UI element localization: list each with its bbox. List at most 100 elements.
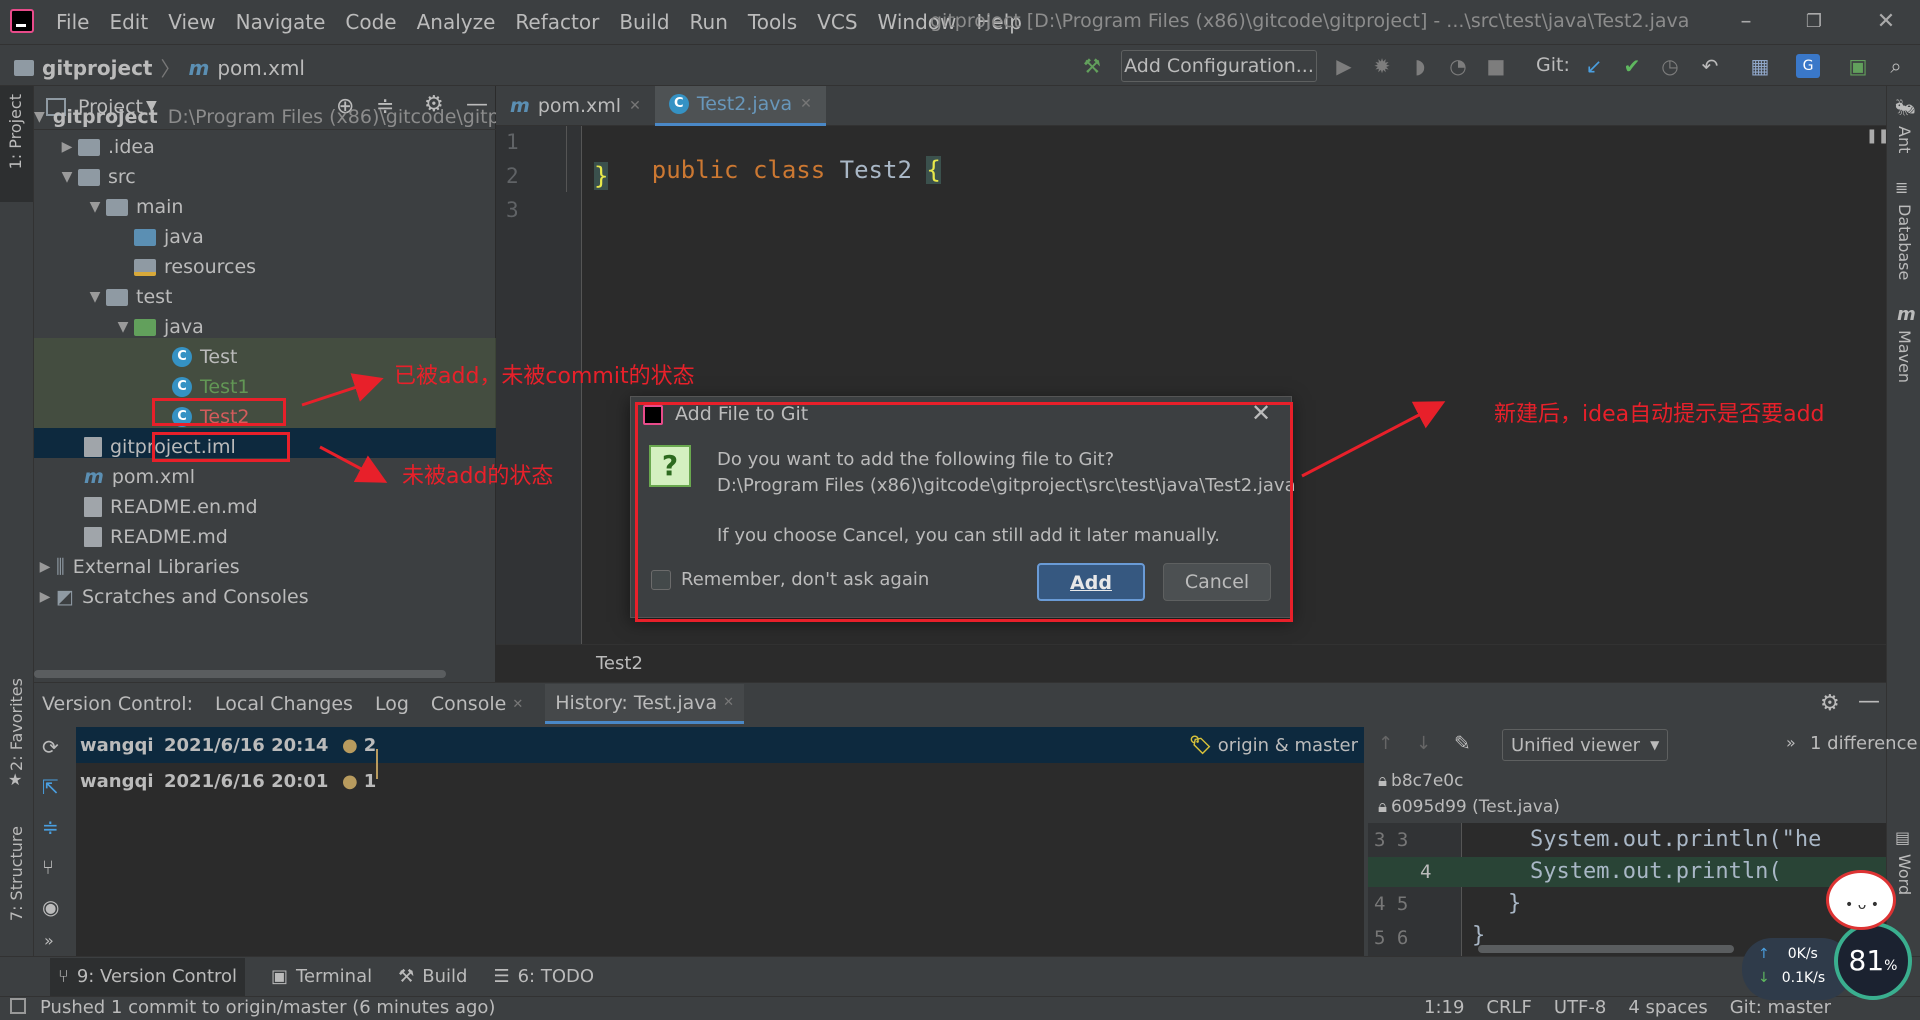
tree-item-scratches[interactable]: ▶ ◩ Scratches and Consoles: [34, 582, 496, 612]
close-window-icon[interactable]: ✕: [1872, 8, 1900, 36]
tree-item-external-libraries[interactable]: ▶ ⫼ External Libraries: [34, 552, 496, 582]
tab-pom-xml[interactable]: m pom.xml ✕: [496, 86, 655, 126]
history-row[interactable]: wangqi 2021/6/16 20:14 ● 2 🏷︎ origin & m…: [76, 727, 1364, 763]
menu-edit[interactable]: Edit: [105, 10, 152, 34]
eye-icon[interactable]: ◉: [42, 895, 59, 919]
build-hammer-icon[interactable]: ⚒: [1080, 54, 1104, 78]
refresh-icon[interactable]: ⟳: [42, 735, 59, 759]
menu-build[interactable]: Build: [615, 10, 673, 34]
close-tab-icon[interactable]: ✕: [723, 695, 734, 710]
status-toggle-icon[interactable]: [10, 998, 26, 1014]
next-diff-icon[interactable]: ↓: [1416, 733, 1431, 754]
edit-icon[interactable]: ✎: [1454, 731, 1471, 755]
tab-log[interactable]: Log: [375, 693, 409, 715]
compare-icon[interactable]: ⇱: [42, 775, 59, 799]
stop-icon[interactable]: ■: [1484, 54, 1508, 78]
restore-icon[interactable]: ❐: [1800, 8, 1828, 36]
tab-console[interactable]: Console ✕: [431, 693, 523, 715]
tab-test2-java[interactable]: C Test2.java ✕: [654, 85, 826, 126]
git-history-icon[interactable]: ◷: [1658, 54, 1682, 78]
tree-item-gitproject[interactable]: ▼ gitproject D:\Program Files (x86)\gitc…: [34, 102, 500, 132]
terminal-tool-button[interactable]: ▣ Terminal: [271, 966, 372, 987]
tree-item-resources[interactable]: resources: [34, 252, 496, 282]
database-tool-button[interactable]: Database: [1895, 204, 1914, 280]
history-row[interactable]: wangqi 2021/6/16 20:01 ● 1: [76, 763, 1364, 799]
git-rollback-icon[interactable]: ↶: [1698, 54, 1722, 78]
expand-arrow-icon[interactable]: ▼: [84, 289, 106, 305]
expand-arrow-icon[interactable]: ▼: [84, 199, 106, 215]
terminal-window-icon[interactable]: ▣: [1846, 54, 1870, 78]
menu-tools[interactable]: Tools: [744, 10, 801, 34]
project-structure-icon[interactable]: ▦: [1748, 54, 1772, 78]
status-message[interactable]: Pushed 1 commit to origin/master (6 minu…: [40, 997, 495, 1018]
run-icon[interactable]: ▶: [1332, 54, 1356, 78]
expand-arrow-icon[interactable]: ▼: [34, 109, 45, 125]
breadcrumb-project[interactable]: gitproject: [42, 56, 153, 80]
usage-gauge[interactable]: 81%: [1834, 922, 1912, 1000]
close-tab-icon[interactable]: ✕: [629, 98, 641, 114]
expand-arrow-icon[interactable]: ▼: [56, 169, 78, 185]
structure-tool-button[interactable]: 7: Structure: [7, 826, 26, 921]
expand-arrow-icon[interactable]: ▶: [34, 589, 56, 605]
project-tool-button[interactable]: 1: Project: [0, 86, 33, 202]
diff-horizontal-scrollbar[interactable]: [1478, 945, 1734, 953]
debug-icon[interactable]: ✹: [1370, 54, 1394, 78]
todo-tool-button[interactable]: ☰ 6: TODO: [493, 966, 594, 987]
tree-item-main[interactable]: ▼ main: [34, 192, 496, 222]
branch-icon[interactable]: ⑂: [42, 855, 54, 879]
commit-node-icon: ●: [342, 770, 358, 792]
expand-arrow-icon[interactable]: ▼: [112, 319, 134, 335]
tree-item-test[interactable]: ▼ test: [34, 282, 496, 312]
expand-arrow-icon[interactable]: ▶: [56, 139, 78, 155]
menu-analyze[interactable]: Analyze: [413, 10, 500, 34]
line-separator[interactable]: CRLF: [1486, 997, 1531, 1018]
translate-icon[interactable]: G: [1796, 54, 1820, 78]
tree-item-readme[interactable]: README.md: [34, 522, 496, 552]
profile-icon[interactable]: ◔: [1446, 54, 1470, 78]
close-tab-icon[interactable]: ✕: [512, 697, 523, 712]
more-icon[interactable]: »: [1786, 733, 1796, 752]
menu-code[interactable]: Code: [341, 10, 400, 34]
git-update-icon[interactable]: ↙: [1582, 54, 1606, 78]
hide-panel-icon[interactable]: —: [1858, 689, 1880, 714]
ant-tool-button[interactable]: Ant: [1895, 126, 1914, 153]
file-encoding[interactable]: UTF-8: [1554, 997, 1606, 1018]
more-icon[interactable]: »: [44, 931, 54, 950]
word-tool-button[interactable]: Word: [1895, 854, 1914, 895]
git-commit-icon[interactable]: ✔: [1620, 54, 1644, 78]
version-control-tool-button[interactable]: ⑂ 9: Version Control: [50, 957, 246, 996]
maven-tool-button[interactable]: Maven: [1895, 330, 1914, 383]
horizontal-scrollbar[interactable]: [34, 670, 446, 678]
menu-run[interactable]: Run: [686, 10, 732, 34]
tab-local-changes[interactable]: Local Changes: [215, 693, 353, 715]
minimize-icon[interactable]: –: [1732, 8, 1760, 36]
tree-item-main-java[interactable]: java: [34, 222, 496, 252]
favorites-tool-button[interactable]: 2: Favorites: [7, 678, 26, 771]
menu-refactor[interactable]: Refactor: [511, 10, 603, 34]
git-branch[interactable]: Git: master: [1730, 997, 1831, 1018]
previous-diff-icon[interactable]: ↑: [1378, 733, 1393, 754]
gear-icon[interactable]: ⚙: [1820, 691, 1840, 716]
caret-position[interactable]: 1:19: [1424, 997, 1464, 1018]
add-configuration-button[interactable]: Add Configuration...: [1121, 50, 1317, 82]
tree-item-src[interactable]: ▼ src: [34, 162, 496, 192]
build-tool-button[interactable]: ⚒ Build: [398, 966, 467, 987]
close-tab-icon[interactable]: ✕: [800, 96, 812, 112]
breadcrumb-file[interactable]: pom.xml: [217, 56, 305, 80]
menu-vcs[interactable]: VCS: [813, 10, 861, 34]
expand-arrow-icon[interactable]: ▶: [34, 559, 56, 575]
menu-file[interactable]: File: [52, 10, 93, 34]
coverage-icon[interactable]: ◗: [1408, 54, 1432, 78]
viewer-select[interactable]: Unified viewer ▼: [1502, 729, 1668, 761]
menu-view[interactable]: View: [164, 10, 219, 34]
tree-item-idea[interactable]: ▶ .idea: [34, 132, 496, 162]
diff-code[interactable]: 3 3 4 4 5 5 6 System.out.println("he Sys…: [1368, 823, 1886, 957]
editor-breadcrumb-item[interactable]: Test2: [596, 653, 643, 674]
tab-history[interactable]: History: Test.java ✕: [545, 684, 745, 724]
show-diff-icon[interactable]: ≑: [42, 815, 59, 839]
tree-item-readme-en[interactable]: README.en.md: [34, 492, 496, 522]
indent-setting[interactable]: 4 spaces: [1628, 997, 1707, 1018]
search-icon[interactable]: ⌕: [1884, 54, 1908, 78]
menu-navigate[interactable]: Navigate: [232, 10, 330, 34]
tree-item-test-java[interactable]: ▼ java: [34, 312, 496, 342]
